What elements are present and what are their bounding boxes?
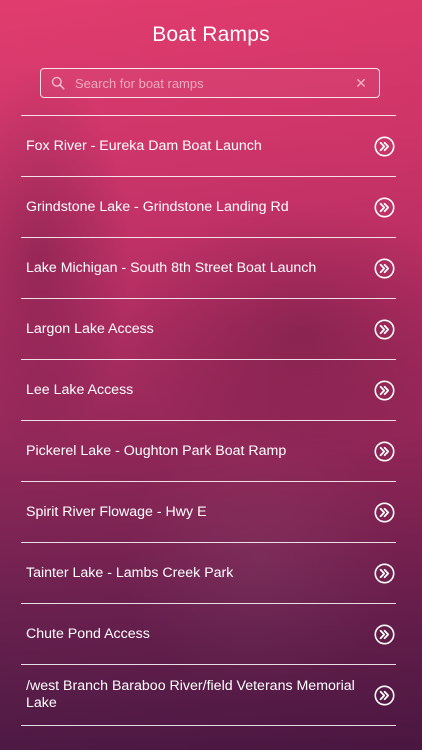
double-chevron-right-icon[interactable] — [374, 380, 395, 401]
list-item[interactable]: Lee Lake Access — [21, 360, 396, 421]
search-icon — [51, 76, 65, 90]
close-icon[interactable]: ✕ — [351, 73, 371, 93]
double-chevron-right-icon[interactable] — [374, 258, 395, 279]
list-item-label: Fox River - Eureka Dam Boat Launch — [26, 137, 262, 154]
double-chevron-right-icon[interactable] — [374, 685, 395, 706]
list-item-label: /west Branch Baraboo River/field Veteran… — [26, 678, 355, 711]
double-chevron-right-icon[interactable] — [374, 624, 395, 645]
list-item-label: Spirit River Flowage - Hwy E — [26, 503, 207, 520]
list-item-label: Lee Lake Access — [26, 381, 134, 398]
list-item-label: Largon Lake Access — [26, 320, 154, 337]
page-title: Boat Ramps — [152, 23, 270, 46]
list-item-label: Pickerel Lake - Oughton Park Boat Ramp — [26, 442, 287, 459]
list-item[interactable]: Largon Lake Access — [21, 299, 396, 360]
list-item-label: Lake Michigan - South 8th Street Boat La… — [26, 259, 317, 276]
search-input[interactable] — [75, 75, 351, 91]
double-chevron-right-icon[interactable] — [374, 502, 395, 523]
list-item[interactable]: Chute Pond Access — [21, 604, 396, 665]
list-item[interactable]: Grindstone Lake - Grindstone Landing Rd — [21, 177, 396, 238]
list-item-label: Grindstone Lake - Grindstone Landing Rd — [26, 198, 289, 215]
list-item[interactable]: Lake Michigan - South 8th Street Boat La… — [21, 238, 396, 299]
list-item[interactable]: Pickerel Lake - Oughton Park Boat Ramp — [21, 421, 396, 482]
header: Boat Ramps — [0, 0, 422, 62]
double-chevron-right-icon[interactable] — [374, 563, 395, 584]
double-chevron-right-icon[interactable] — [374, 136, 395, 157]
double-chevron-right-icon[interactable] — [374, 197, 395, 218]
double-chevron-right-icon[interactable] — [374, 441, 395, 462]
list-item[interactable]: /west Branch Baraboo River/field Veteran… — [21, 665, 396, 726]
search-bar[interactable]: ✕ — [40, 68, 380, 98]
list-item[interactable]: Fox River - Eureka Dam Boat Launch — [21, 116, 396, 177]
list-item-label: Chute Pond Access — [26, 625, 150, 642]
boat-ramp-list: Fox River - Eureka Dam Boat Launch Grind… — [21, 115, 396, 726]
double-chevron-right-icon[interactable] — [374, 319, 395, 340]
list-item[interactable]: Spirit River Flowage - Hwy E — [21, 482, 396, 543]
list-item[interactable]: Tainter Lake - Lambs Creek Park — [21, 543, 396, 604]
list-item-label: Tainter Lake - Lambs Creek Park — [26, 564, 234, 581]
